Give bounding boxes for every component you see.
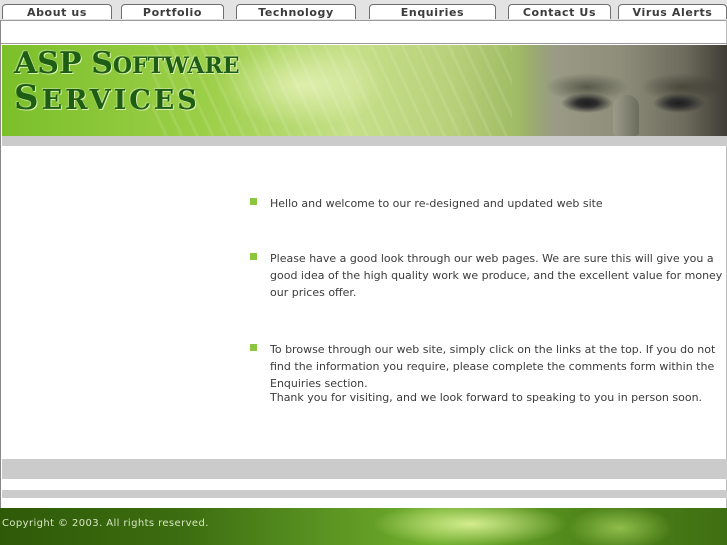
list-item: Hello and welcome to our re-designed and… <box>250 195 727 212</box>
page: About us Portfolio Technology Enquiries … <box>0 0 727 545</box>
banner-face-photo <box>517 45 727 136</box>
logo-word-asp: ASP <box>14 46 82 81</box>
nav-tab-contact-us[interactable]: Contact Us <box>508 4 611 19</box>
green-square-bullet-icon <box>250 344 257 351</box>
footer-separator-band <box>2 459 727 479</box>
top-divider <box>1 43 727 44</box>
logo-letter-s2: S <box>14 78 42 118</box>
footer: Copyright © 2003. All rights reserved. <box>0 508 727 545</box>
logo-word-oftware: OFTWARE <box>112 53 240 79</box>
list-item-text: To browse through our web site, simply c… <box>270 343 716 390</box>
company-logo-title: ASP SOFTWARE SERVICES <box>14 49 240 116</box>
nav-tab-virus-alerts[interactable]: Virus Alerts <box>618 4 727 19</box>
list-item: Please have a good look through our web … <box>250 250 727 301</box>
logo-letter-s1: S <box>91 46 113 81</box>
footer-separator-thin <box>2 490 727 498</box>
thank-you-text: Thank you for visiting, and we look forw… <box>270 391 703 404</box>
logo-word-ervices: ERVICES <box>41 85 200 116</box>
top-navigation: About us Portfolio Technology Enquiries … <box>0 0 727 21</box>
banner-face-shading <box>613 95 639 136</box>
frame-left-border <box>0 20 1 508</box>
list-item-text: Hello and welcome to our re-designed and… <box>270 197 603 210</box>
logo-line-2: SERVICES <box>14 81 240 115</box>
nav-tab-enquiries[interactable]: Enquiries <box>369 4 496 19</box>
green-square-bullet-icon <box>250 253 257 260</box>
list-item: To browse through our web site, simply c… <box>250 341 727 392</box>
nav-tab-technology[interactable]: Technology <box>236 4 356 19</box>
copyright-text: Copyright © 2003. All rights reserved. <box>2 518 209 529</box>
green-square-bullet-icon <box>250 198 257 205</box>
header-banner: ASP SOFTWARE SERVICES <box>2 45 727 136</box>
banner-separator <box>2 136 727 146</box>
nav-tab-portfolio[interactable]: Portfolio <box>121 4 224 19</box>
logo-line-1: ASP SOFTWARE <box>14 49 240 79</box>
list-item-text: Please have a good look through our web … <box>270 252 723 299</box>
nav-tab-about-us[interactable]: About us <box>2 4 112 19</box>
